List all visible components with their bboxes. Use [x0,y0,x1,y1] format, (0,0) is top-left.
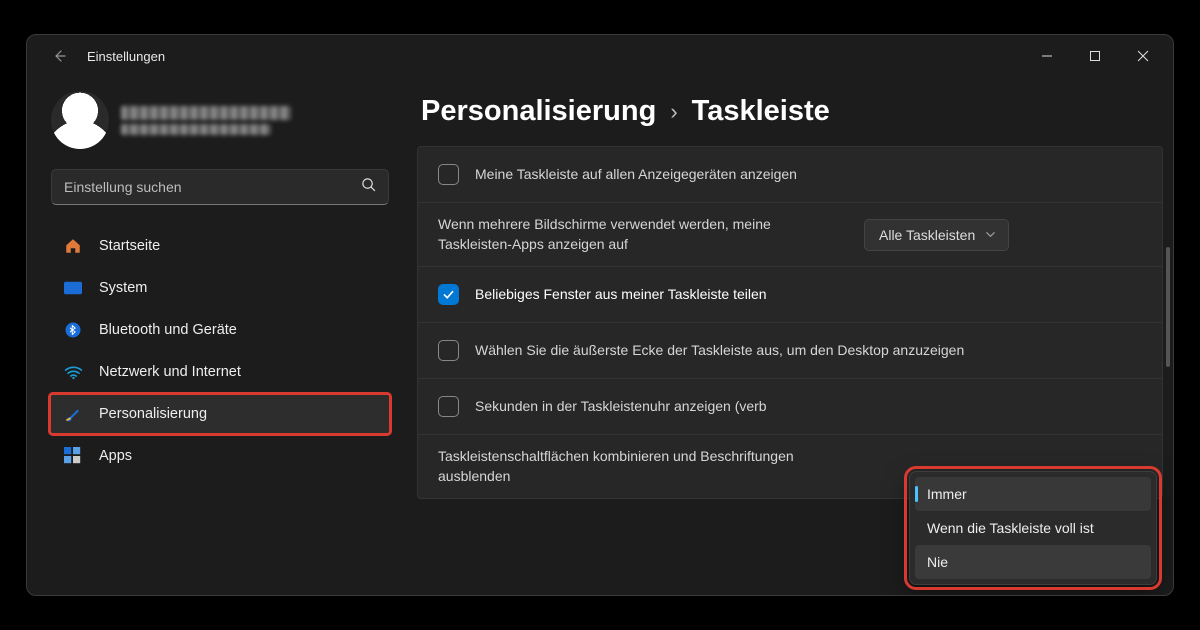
combine-dropdown-popup: Immer Wenn die Taskleiste voll ist Nie [909,471,1157,585]
sidebar-item-apps[interactable]: Apps [51,437,389,475]
wifi-icon [63,362,83,382]
popup-item-label: Wenn die Taskleiste voll ist [927,520,1094,536]
titlebar: Einstellungen [27,35,1173,77]
brush-icon [63,404,83,424]
sidebar-item-home[interactable]: Startseite [51,227,389,265]
sidebar-item-label: Personalisierung [99,406,207,422]
row-label: Wählen Sie die äußerste Ecke der Tasklei… [475,341,995,361]
home-icon [63,236,83,256]
window-controls [1023,37,1167,75]
nav: Startseite System Bluetooth und Geräte [51,227,389,475]
profile-text [121,106,291,135]
row-far-corner-desktop[interactable]: Wählen Sie die äußerste Ecke der Tasklei… [418,323,1162,379]
sidebar-item-label: Apps [99,448,132,464]
row-label: Taskleistenschaltflächen kombinieren und… [438,447,848,486]
popup-item-label: Immer [927,486,967,502]
apps-icon [63,446,83,466]
profile-block[interactable] [51,85,389,169]
close-button[interactable] [1119,37,1167,75]
sidebar: Startseite System Bluetooth und Geräte [27,77,407,595]
sidebar-item-label: Netzwerk und Internet [99,364,241,380]
row-label: Wenn mehrere Bildschirme verwendet werde… [438,215,848,254]
sidebar-item-system[interactable]: System [51,269,389,307]
minimize-button[interactable] [1023,37,1071,75]
close-icon [1137,50,1149,62]
sidebar-item-label: Startseite [99,238,160,254]
sidebar-item-personalization[interactable]: Personalisierung [51,395,389,433]
search-box[interactable] [51,169,389,205]
breadcrumb-current: Taskleiste [692,95,830,128]
back-button[interactable] [47,44,71,68]
checkbox[interactable] [438,340,459,361]
select-value: Alle Taskleisten [879,227,975,243]
minimize-icon [1041,50,1053,62]
profile-email-redacted [121,124,271,135]
row-label: Meine Taskleiste auf allen Anzeigegeräte… [475,165,1142,185]
sidebar-item-bluetooth[interactable]: Bluetooth und Geräte [51,311,389,349]
row-label: Beliebiges Fenster aus meiner Taskleiste… [475,285,1142,305]
chevron-down-icon [985,227,996,243]
popup-item-always[interactable]: Immer [915,477,1151,511]
bluetooth-icon [63,320,83,340]
system-icon [63,278,83,298]
profile-name-redacted [121,106,291,120]
scrollbar-thumb[interactable] [1166,247,1170,367]
popup-item-label: Nie [927,554,948,570]
checkbox[interactable] [438,164,459,185]
avatar [51,91,109,149]
sidebar-item-network[interactable]: Netzwerk und Internet [51,353,389,391]
row-show-on-all-displays[interactable]: Meine Taskleiste auf allen Anzeigegeräte… [418,147,1162,203]
breadcrumb: Personalisierung › Taskleiste [417,91,1163,146]
window-title: Einstellungen [87,49,165,64]
breadcrumb-parent[interactable]: Personalisierung [421,95,656,128]
checkbox[interactable] [438,396,459,417]
row-share-window[interactable]: Beliebiges Fenster aus meiner Taskleiste… [418,267,1162,323]
popup-item-when-full[interactable]: Wenn die Taskleiste voll ist [915,511,1151,545]
maximize-button[interactable] [1071,37,1119,75]
sidebar-item-label: Bluetooth und Geräte [99,322,237,338]
checkbox[interactable] [438,284,459,305]
select-all-taskbars[interactable]: Alle Taskleisten [864,219,1009,251]
main-panel: Personalisierung › Taskleiste Meine Task… [407,77,1173,595]
row-label: Sekunden in der Taskleistenuhr anzeigen … [475,397,1142,417]
check-icon [442,288,455,301]
sidebar-item-label: System [99,280,147,296]
settings-list: Meine Taskleiste auf allen Anzeigegeräte… [417,146,1163,499]
chevron-right-icon: › [670,99,677,125]
settings-window: Einstellungen [26,34,1174,596]
search-input[interactable] [64,179,361,195]
search-icon [361,177,376,197]
row-clock-seconds[interactable]: Sekunden in der Taskleistenuhr anzeigen … [418,379,1162,435]
row-multi-monitor-apps: Wenn mehrere Bildschirme verwendet werde… [418,203,1162,267]
maximize-icon [1089,50,1101,62]
popup-item-never[interactable]: Nie [915,545,1151,579]
arrow-left-icon [51,48,67,64]
